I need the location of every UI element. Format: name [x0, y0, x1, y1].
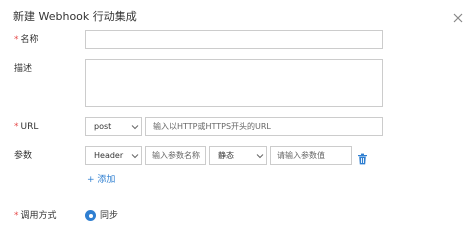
name-label-text: 名称: [20, 35, 39, 45]
name-label: * 名称: [14, 34, 39, 46]
webhook-dialog: 新建 Webhook 行动集成 * 名称 描述 * URL post 输入以HTTP…: [0, 0, 474, 225]
call-mode-label-text: 调用方式: [20, 211, 57, 221]
chevron-down-icon: [131, 125, 139, 130]
param-type-value: Header: [94, 151, 124, 160]
chevron-down-icon: [256, 154, 264, 159]
param-name-placeholder: 输入参数名称: [152, 151, 200, 160]
param-mode-value: 静态: [218, 151, 234, 160]
add-param-button[interactable]: + 添加: [87, 174, 115, 186]
sync-radio[interactable]: [85, 210, 96, 221]
required-mark: *: [14, 122, 19, 132]
param-name-input[interactable]: 输入参数名称: [145, 146, 206, 165]
param-value-input[interactable]: 请输入参数值: [270, 146, 352, 165]
description-textarea[interactable]: [85, 59, 383, 107]
chevron-down-icon: [131, 154, 139, 159]
delete-icon[interactable]: [357, 150, 368, 165]
dialog-title: 新建 Webhook 行动集成: [13, 10, 137, 23]
url-label: * URL: [14, 121, 38, 133]
required-mark: *: [14, 35, 19, 45]
param-type-select[interactable]: Header: [85, 146, 142, 165]
sync-radio-label: 同步: [100, 211, 119, 221]
method-select-value: post: [94, 122, 112, 131]
required-mark: *: [14, 211, 19, 221]
url-label-text: URL: [20, 122, 39, 132]
method-select[interactable]: post: [85, 117, 142, 136]
url-input[interactable]: 输入以HTTP或HTTPS开头的URL: [145, 117, 383, 136]
param-value-placeholder: 请输入参数值: [277, 151, 325, 160]
close-icon[interactable]: [451, 10, 465, 24]
url-input-placeholder: 输入以HTTP或HTTPS开头的URL: [153, 122, 271, 131]
param-mode-select[interactable]: 静态: [209, 146, 267, 165]
name-input[interactable]: [85, 30, 383, 49]
description-label: 描述: [14, 64, 33, 74]
params-label: 参数: [14, 151, 33, 161]
call-mode-label: * 调用方式: [14, 210, 57, 222]
